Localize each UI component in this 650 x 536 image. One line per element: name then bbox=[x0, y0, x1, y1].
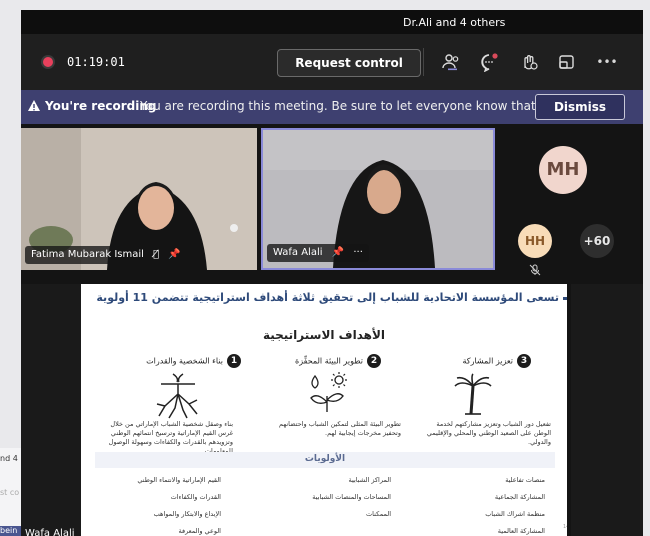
goal-title: 2 تطوير البيئة المحفِّزة bbox=[261, 354, 381, 368]
participant-name-label: Fatima Mubarak Ismail 🎙̸ 📌 bbox=[25, 246, 187, 264]
mic-off-icon bbox=[529, 264, 541, 276]
stage-margin bbox=[571, 284, 643, 536]
more-participants-badge[interactable]: +60 bbox=[580, 224, 614, 258]
recording-dot-icon bbox=[43, 57, 53, 67]
goal-number: 3 bbox=[517, 354, 531, 368]
title-bar: Dr.Ali and 4 others bbox=[21, 10, 643, 34]
chat-icon[interactable] bbox=[475, 48, 503, 76]
priority-item: المساحات والمنصات الشبابية bbox=[312, 493, 391, 501]
priority-item: المشاركة الجماعية bbox=[494, 493, 545, 501]
meeting-stage: Fatima Mubarak Ismail 🎙̸ 📌 Wafa Alali 📌 … bbox=[21, 124, 643, 536]
warning-icon bbox=[28, 100, 40, 111]
people-icon[interactable] bbox=[437, 48, 465, 76]
priority-item: القيم الإماراتية والانتماء الوطني bbox=[137, 476, 221, 484]
goal-number: 2 bbox=[367, 354, 381, 368]
goal-title: 3 تعزيز المشاركة bbox=[411, 354, 531, 368]
goal-title-text: تطوير البيئة المحفِّزة bbox=[295, 356, 363, 366]
reactions-icon[interactable] bbox=[515, 48, 543, 76]
priority-item: المراكز الشبابية bbox=[348, 476, 391, 484]
shared-presentation: تسعى المؤسسة الاتحادية للشباب إلى تحقيق … bbox=[81, 284, 567, 536]
participant-name: Fatima Mubarak Ismail bbox=[31, 249, 144, 260]
dismiss-button[interactable]: Dismiss bbox=[535, 94, 625, 120]
mic-off-icon: 🎙̸ bbox=[153, 249, 160, 260]
pin-icon: 📌 bbox=[331, 247, 345, 258]
background-text: st co bbox=[0, 488, 20, 497]
roots-icon bbox=[156, 373, 198, 419]
priority-item: منصات تفاعلية bbox=[505, 476, 545, 484]
slide-heading: الأهداف الاستراتيجية bbox=[262, 328, 386, 342]
recording-banner: You're recording You are recording this … bbox=[21, 90, 643, 124]
slide-page-number: 14 bbox=[563, 524, 567, 530]
priority-item: القدرات والكفاءات bbox=[170, 493, 221, 501]
priority-item: الوعي والمعرفة bbox=[178, 527, 221, 535]
priority-item: الممكنات bbox=[366, 510, 391, 518]
slide-accent-line bbox=[563, 297, 567, 300]
palm-tree-icon bbox=[454, 373, 492, 415]
goal-title-text: بناء الشخصية والقدرات bbox=[146, 356, 223, 366]
priority-item: منظمة اشراك الشباب bbox=[485, 510, 545, 518]
pin-icon: 📌 bbox=[168, 249, 181, 260]
presenter-name-label: Wafa Alali bbox=[25, 528, 75, 536]
goal-title-text: تعزيز المشاركة bbox=[462, 356, 513, 366]
teams-meeting-window: Dr.Ali and 4 others 01:19:01 Request con… bbox=[21, 10, 643, 536]
participant-name-label: Wafa Alali 📌 ··· bbox=[267, 244, 369, 262]
priority-item: الإبداع والابتكار والمواهب bbox=[153, 510, 221, 518]
priorities-column: المراكز الشبابية المساحات والمنصات الشبا… bbox=[281, 476, 391, 527]
goal-title: 1 بناء الشخصية والقدرات bbox=[121, 354, 241, 368]
breakout-rooms-icon[interactable] bbox=[553, 48, 581, 76]
avatar[interactable]: HH bbox=[518, 224, 552, 258]
video-tile[interactable]: Fatima Mubarak Ismail 🎙̸ 📌 bbox=[21, 128, 257, 270]
goal-description: تفعيل دور الشباب وتعزيز مشاركتهم لخدمة ا… bbox=[426, 420, 551, 446]
more-icon[interactable]: ••• bbox=[593, 48, 621, 76]
meeting-timer: 01:19:01 bbox=[67, 55, 125, 69]
more-options-icon[interactable]: ··· bbox=[353, 247, 363, 258]
priority-item: المشاركة العالمية bbox=[497, 527, 545, 535]
priorities-band: الأولويات bbox=[95, 452, 555, 468]
priorities-label: الأولويات bbox=[304, 454, 346, 464]
priorities-column: القيم الإماراتية والانتماء الوطني القدرا… bbox=[111, 476, 221, 536]
plant-growth-icon bbox=[310, 372, 347, 412]
goal-description: بناء وصقل شخصية الشباب الإماراتي من خلال… bbox=[108, 420, 233, 455]
window-title: Dr.Ali and 4 others bbox=[403, 16, 506, 29]
request-control-button[interactable]: Request control bbox=[277, 49, 421, 77]
background-window: nd 4 st co bein bbox=[0, 448, 21, 536]
stage-margin bbox=[21, 284, 81, 536]
background-text: bein bbox=[0, 526, 21, 536]
meeting-toolbar: 01:19:01 Request control ••• bbox=[21, 34, 643, 90]
avatar[interactable]: MH bbox=[539, 146, 587, 194]
toolbar-divider bbox=[423, 48, 424, 76]
video-tile-active-speaker[interactable]: Wafa Alali 📌 ··· bbox=[261, 128, 495, 270]
goal-number: 1 bbox=[227, 354, 241, 368]
goal-description: تطوير البيئة المثلى لتمكين الشباب واحتضا… bbox=[279, 420, 401, 437]
participant-name: Wafa Alali bbox=[273, 247, 323, 258]
background-text: nd 4 bbox=[0, 454, 18, 463]
priorities-column: منصات تفاعلية المشاركة الجماعية منظمة اش… bbox=[435, 476, 545, 536]
slide-subtitle: تسعى المؤسسة الاتحادية للشباب إلى تحقيق … bbox=[96, 291, 559, 304]
